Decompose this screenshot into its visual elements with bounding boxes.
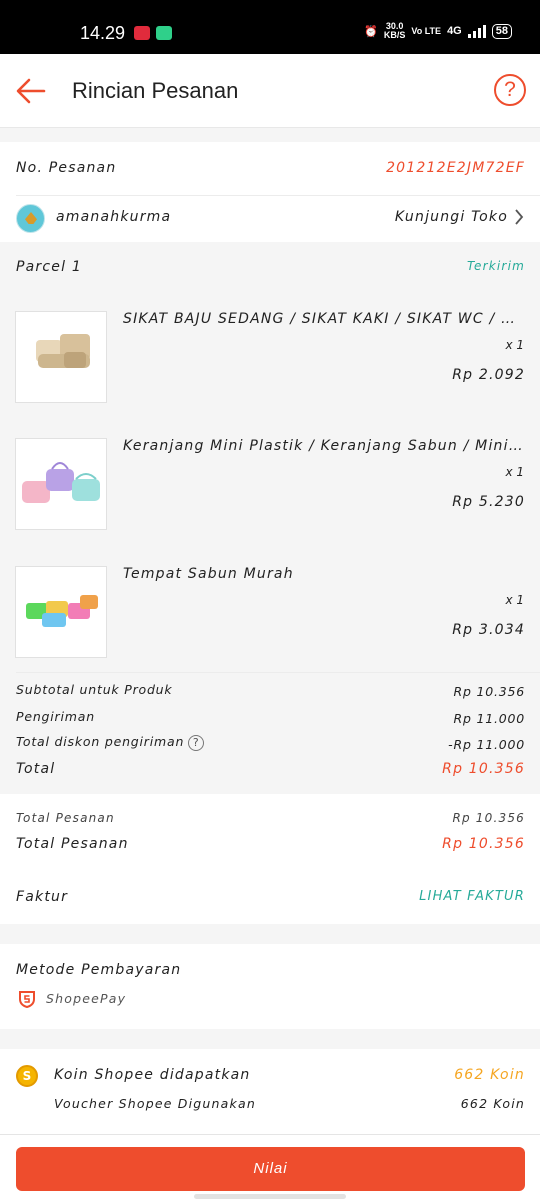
product-qty: x 1 [505, 338, 524, 352]
product-price: Rp 5.230 [452, 494, 525, 510]
coin-icon: S [16, 1065, 38, 1087]
voucher-used-label: Voucher Shopee Digunakan [54, 1096, 256, 1111]
divider [16, 195, 540, 196]
product-qty: x 1 [505, 465, 524, 479]
coins-earned-value: 662 Koin [454, 1067, 525, 1083]
rate-button[interactable]: Nilai [16, 1147, 525, 1191]
view-invoice-link[interactable]: LIHAT FAKTUR [419, 889, 525, 904]
clock: 14.29 [80, 23, 126, 43]
product-name[interactable]: Tempat Sabun Murah [123, 566, 525, 582]
order-number-label: No. Pesanan [16, 160, 117, 176]
product-image[interactable] [15, 438, 107, 530]
bottom-action-bar: Nilai [0, 1134, 540, 1200]
coins-card: Koin Shopee didapatkan 662 Koin Voucher … [0, 1049, 540, 1134]
product-name[interactable]: SIKAT BAJU SEDANG / SIKAT KAKI / SIKAT W… [123, 311, 525, 327]
shipping-discount-value: -Rp 11.000 [448, 737, 525, 752]
network-type: 4G [447, 25, 462, 37]
product-image[interactable] [15, 311, 107, 403]
shopeepay-icon [19, 991, 35, 1008]
home-indicator [194, 1194, 346, 1199]
shipping-discount-label: Total diskon pengiriman [16, 734, 185, 749]
total-value: Rp 10.356 [442, 761, 525, 777]
question-circle-icon[interactable]: ? [494, 74, 526, 106]
product-qty: x 1 [505, 593, 524, 607]
parcel-status: Terkirim [466, 259, 525, 273]
payment-method: ShopeePay [46, 991, 127, 1006]
divider [16, 672, 540, 673]
subtotal-label: Subtotal untuk Produk [16, 682, 173, 697]
invoice-label: Faktur [16, 889, 69, 905]
alarm-icon: ⏰ [364, 25, 378, 38]
product-price: Rp 3.034 [452, 622, 525, 638]
product-name[interactable]: Keranjang Mini Plastik / Keranjang Sabun… [123, 438, 525, 454]
battery-icon: 58 [491, 23, 512, 39]
order-total-value: Rp 10.356 [442, 836, 525, 852]
order-total-label: Total Pesanan [16, 836, 129, 852]
product-image[interactable] [15, 566, 107, 658]
order-total-card: Total Pesanan Rp 10.356 Total Pesanan Rp… [0, 794, 540, 924]
total-label: Total [16, 761, 56, 777]
payment-title: Metode Pembayaran [16, 962, 182, 978]
status-indicators: ⏰ 30.0 KB/S Vo LTE 4G 58 [364, 22, 512, 40]
order-number-value[interactable]: 201212E2JM72EF [386, 160, 525, 176]
visit-shop-link[interactable]: Kunjungi Toko [395, 209, 508, 225]
shop-name[interactable]: amanahkurma [56, 209, 171, 225]
shipping-value: Rp 11.000 [453, 711, 525, 726]
signal-icon [467, 24, 486, 38]
payment-card: Metode Pembayaran ShopeePay [0, 944, 540, 1029]
info-icon[interactable]: ? [188, 734, 205, 751]
status-bar: 14.29 ⏰ 30.0 KB/S Vo LTE 4G 58 [0, 0, 540, 54]
parcel-label: Parcel 1 [16, 259, 82, 275]
shop-avatar [16, 204, 45, 233]
network-speed: 30.0 KB/S [383, 21, 406, 40]
subtotal-value: Rp 10.356 [453, 684, 525, 699]
voucher-used-value: 662 Koin [460, 1096, 525, 1111]
volte-indicator: Vo LTE [411, 25, 442, 36]
screen-record-icon [134, 26, 150, 40]
coins-earned-label: Koin Shopee didapatkan [54, 1067, 251, 1083]
shipping-label: Pengiriman [16, 709, 95, 724]
order-info-card: No. Pesanan 201212E2JM72EF [0, 142, 540, 242]
product-price: Rp 2.092 [452, 367, 525, 383]
order-total-value-small: Rp 10.356 [452, 811, 525, 825]
arrow-left-icon[interactable] [14, 74, 48, 108]
shipping-discount-row: Total diskon pengiriman? [16, 734, 205, 751]
chevron-right-icon[interactable] [514, 209, 524, 225]
app-bar: Rincian Pesanan ? [0, 54, 540, 128]
order-total-label-small: Total Pesanan [16, 811, 115, 825]
chat-app-icon [156, 26, 172, 40]
page-title: Rincian Pesanan [72, 78, 239, 103]
